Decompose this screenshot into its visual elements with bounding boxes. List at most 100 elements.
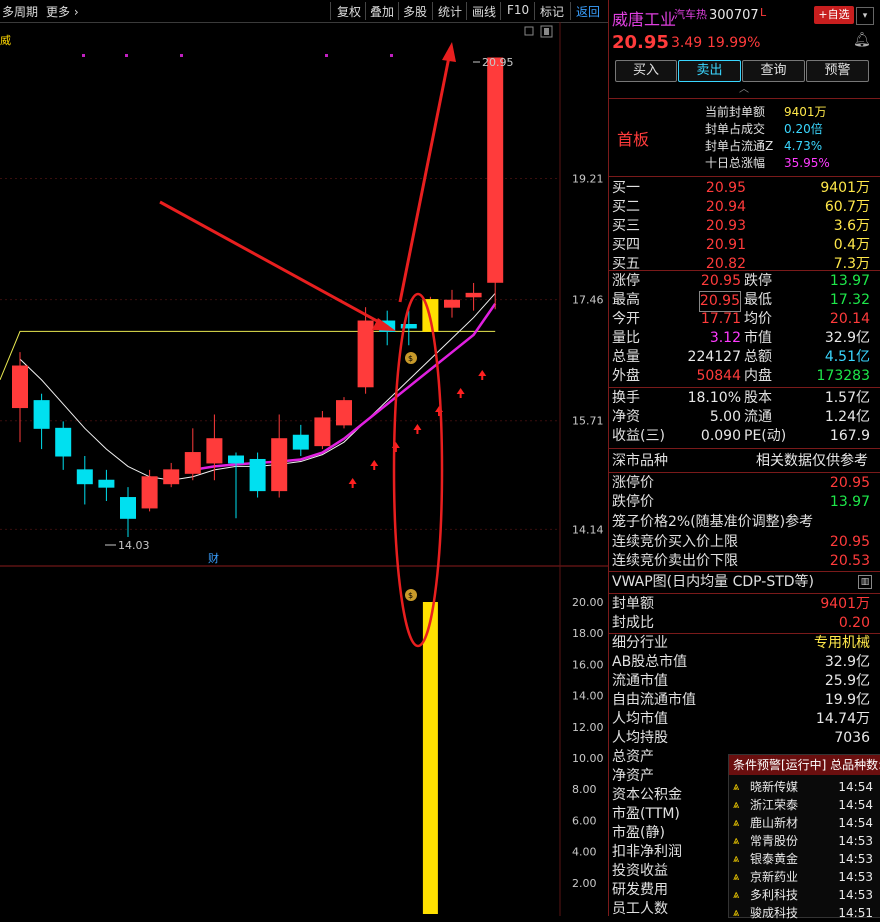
alert-up-icon: ⩓ [733, 852, 740, 865]
alert-item[interactable]: ⩓ 骏成科技 14:51 [733, 904, 879, 922]
add-favorite-button[interactable]: +自选 [814, 6, 854, 24]
annotation-ellipse [392, 292, 444, 648]
alert-item[interactable]: ⩓ 常青股份 14:53 [733, 832, 879, 850]
stat-value-2: 4.51亿 [824, 349, 870, 365]
candle-body[interactable] [76, 469, 93, 485]
chart-canvas[interactable]: 威 19.21 17.46 15.71 14.14 20.00 18.00 16.00 14… [0, 22, 608, 916]
alert-item[interactable]: ⩓ 晓新传媒 14:54 [733, 778, 879, 796]
money-bag-icon[interactable]: $ [405, 352, 417, 364]
alert-item[interactable]: ⩓ 多利科技 14:53 [733, 886, 879, 904]
candle-body[interactable] [206, 438, 223, 464]
stat-value: 50844 [696, 368, 741, 384]
candle-body[interactable] [33, 400, 50, 429]
alert-up-icon: ⩓ [733, 834, 740, 847]
top-dot [390, 54, 393, 57]
bid-price[interactable]: 20.91 [706, 236, 746, 255]
alert-button[interactable]: 预警 [806, 60, 869, 82]
financial-report-marker[interactable]: 财 [208, 551, 219, 565]
candle-body[interactable] [336, 400, 352, 426]
back-button[interactable]: 返回 [576, 3, 600, 20]
stat-row: 量比 3.12 市值 32.9亿 [612, 329, 874, 348]
candle-body[interactable] [249, 458, 266, 492]
limit-up-value: 9401万 [784, 105, 827, 119]
candle-body[interactable] [98, 479, 115, 488]
volume-bar[interactable] [422, 602, 438, 914]
money-bag-icon-volume[interactable]: $ [405, 589, 417, 601]
price-change-pct: 19.99% [707, 35, 761, 51]
auction-row: 连续竞价买入价上限 20.95 [612, 533, 874, 552]
alert-item[interactable]: ⩓ 鹿山新材 14:54 [733, 814, 879, 832]
stat-value: 17.71 [700, 311, 741, 327]
alert-item[interactable]: ⩓ 银泰黄金 14:53 [733, 850, 879, 868]
vwap-header: VWAP图(日内均量 CDP-STD等) ▥ [612, 573, 874, 592]
volume-tick-label: 14.00 [572, 690, 604, 703]
candle-body[interactable] [292, 434, 309, 450]
fundamental-key: 市盈(TTM) [612, 806, 680, 822]
fundamental-key: 扣非净利润 [612, 844, 682, 860]
concept-tag[interactable]: 汽车热 [674, 6, 707, 22]
bid-level: 买二 [612, 199, 640, 215]
candle-body[interactable] [163, 469, 180, 485]
stat-value: 20.95 [698, 291, 741, 312]
dropdown-icon[interactable]: ▾ [856, 7, 874, 25]
market-value: 20.95 [829, 475, 870, 491]
chart-settings-icon[interactable] [540, 25, 553, 38]
fundamental-key: 细分行业 [612, 635, 668, 651]
stat-row: 净资 5.00 流通 1.24亿 [612, 408, 874, 427]
mark-button[interactable]: 标记 [540, 3, 564, 20]
limit-up-value: 0.20倍 [784, 122, 823, 136]
bid-price[interactable]: 20.93 [706, 217, 746, 236]
overlay-button[interactable]: 叠加 [370, 3, 394, 20]
bell-icon[interactable]: 🔔︎ [853, 32, 871, 48]
buy-button[interactable]: 买入 [615, 60, 677, 82]
alert-stock-name: 骏成科技 [750, 906, 799, 920]
sell-button[interactable]: 卖出 [678, 60, 741, 82]
fundamental-value: 32.9亿 [824, 654, 870, 670]
annotation-arrow-right [159, 200, 396, 331]
candle-body[interactable] [357, 320, 374, 388]
fundamental-key: 自由流通市值 [612, 692, 696, 708]
stat-value-2: 167.9 [829, 428, 870, 444]
cage-row: 笼子价格2%(随基准价调整)参考 [612, 513, 874, 532]
svg-text:$: $ [408, 354, 413, 363]
bid-price[interactable]: 20.94 [706, 198, 746, 217]
buy-signal-arrows [348, 370, 487, 488]
volume-axis: 20.00 18.00 16.00 14.00 12.00 10.00 8.00 6.00 4.… [572, 596, 604, 890]
query-button[interactable]: 查询 [742, 60, 805, 82]
vwap-title[interactable]: VWAP图(日内均量 CDP-STD等) [612, 573, 814, 592]
chart-close-icon[interactable] [524, 26, 534, 36]
top-dot [82, 54, 85, 57]
alert-stock-name: 京新药业 [750, 870, 799, 884]
alert-item[interactable]: ⩓ 浙江荣泰 14:54 [733, 796, 879, 814]
bid-price[interactable]: 20.95 [706, 179, 746, 198]
limit-up-key: 十日总涨幅 [705, 156, 766, 170]
statistics-button[interactable]: 统计 [438, 3, 462, 20]
vwap-chart-icon[interactable]: ▥ [858, 575, 872, 589]
condition-alert-popup[interactable]: 条件预警[运行中] 总品种数: ⩓ 晓新传媒 14:54 ⩓ 浙江荣泰 14:54 ⩓ 鹿山新… [728, 754, 880, 920]
candle-body[interactable] [271, 438, 288, 492]
f10-button[interactable]: F10 [507, 3, 529, 17]
more-button[interactable]: 更多 › [46, 3, 79, 20]
draw-line-button[interactable]: 画线 [472, 3, 496, 20]
candle-body[interactable] [444, 299, 460, 308]
chevron-up-icon[interactable]: ︿ [729, 84, 759, 96]
adjust-button[interactable]: 复权 [337, 3, 361, 20]
stat-key-2: 流通 [744, 409, 772, 425]
alert-item[interactable]: ⩓ 京新药业 14:53 [733, 868, 879, 886]
candle-body[interactable] [12, 365, 28, 409]
candle-body[interactable] [228, 455, 244, 464]
candle-body[interactable] [314, 417, 331, 447]
candle-body[interactable] [184, 452, 201, 474]
candle-body[interactable] [55, 427, 72, 457]
candle-body[interactable] [487, 57, 504, 283]
buy-signal-stem [351, 484, 354, 488]
stat-row: 今开 17.71 均价 20.14 [612, 310, 874, 329]
kline-chart[interactable]: 威 19.21 17.46 15.71 14.14 20.00 18.00 16.00 14… [0, 22, 608, 916]
multi-stock-button[interactable]: 多股 [403, 3, 427, 20]
candle-body[interactable] [465, 292, 482, 298]
period-button[interactable]: 多周期 [2, 3, 38, 20]
alert-time: 14:51 [838, 906, 873, 920]
stat-key: 总量 [612, 349, 640, 365]
candle-body[interactable] [120, 497, 136, 519]
candle-body[interactable] [141, 476, 158, 509]
